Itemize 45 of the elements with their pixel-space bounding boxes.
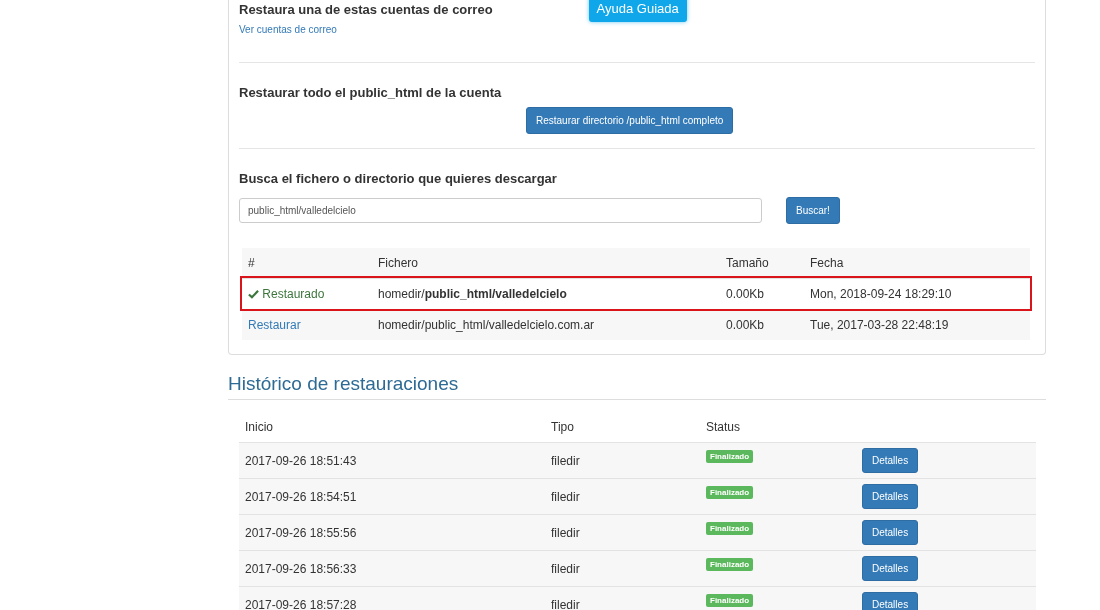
status-label: Finalizado (706, 558, 754, 572)
table-cell: homedir/public_html/valledelcielo.com.ar (372, 309, 720, 340)
column-header: Fecha (804, 247, 1030, 278)
details-button[interactable]: Detalles (862, 484, 919, 510)
status-label: Finalizado (706, 522, 754, 536)
table-cell: 2017-09-26 18:57:28 (239, 586, 545, 610)
table-cell: 2017-09-26 18:54:51 (239, 478, 545, 515)
status-label: Finalizado (706, 450, 754, 464)
check-icon (248, 288, 259, 299)
column-header: Tamaño (720, 247, 804, 278)
table-cell: filedir (545, 442, 700, 479)
column-header: Status (700, 412, 862, 443)
table-cell: filedir (545, 586, 700, 610)
search-field[interactable]: public_html/valledelcielo (239, 197, 762, 223)
section-title: Restaurar todo el public_html de la cuenta (239, 83, 503, 102)
section-title: Busca el fichero o directorio que quieres descargar (239, 170, 558, 188)
help-button[interactable]: Ayuda Guiada (588, 0, 687, 22)
column-header: Fichero (372, 247, 720, 278)
restore-public-html-button[interactable]: Restaurar directorio /public_html completo (526, 107, 734, 134)
table-cell: filedir (545, 478, 700, 515)
details-button[interactable]: Detalles (862, 556, 919, 582)
table-cell: homedir/public_html/valledelcielo (372, 278, 720, 309)
restored-status: Restaurado (248, 286, 325, 301)
column-header: # (242, 247, 372, 278)
mail-accounts-link[interactable]: Ver cuentas de correo (239, 23, 337, 35)
details-button[interactable]: Detalles (862, 592, 919, 610)
details-button[interactable]: Detalles (862, 448, 919, 474)
table-cell: Mon, 2018-09-24 18:29:10 (804, 278, 1030, 309)
section-title: Restaura una de estas cuentas de correo (239, 1, 493, 19)
table-cell: Tue, 2017-03-28 22:48:19 (804, 309, 1030, 340)
details-button[interactable]: Detalles (862, 520, 919, 546)
table-cell: 2017-09-26 18:56:33 (239, 550, 545, 587)
status-label: Finalizado (706, 486, 754, 500)
search-button[interactable]: Buscar! (786, 196, 840, 224)
table-cell: 2017-09-26 18:51:43 (239, 442, 545, 479)
status-label: Finalizado (706, 594, 754, 608)
table-cell: 0.00Kb (720, 309, 804, 340)
restore-link[interactable]: Restaurar (248, 317, 301, 332)
section-heading: Histórico de restauraciones (228, 372, 1046, 401)
table-cell: 0.00Kb (720, 278, 804, 309)
column-header: Inicio (239, 412, 545, 443)
table-cell: 2017-09-26 18:55:56 (239, 514, 545, 551)
column-header: Tipo (545, 412, 700, 443)
table-cell: filedir (545, 550, 700, 587)
table-cell: filedir (545, 514, 700, 551)
